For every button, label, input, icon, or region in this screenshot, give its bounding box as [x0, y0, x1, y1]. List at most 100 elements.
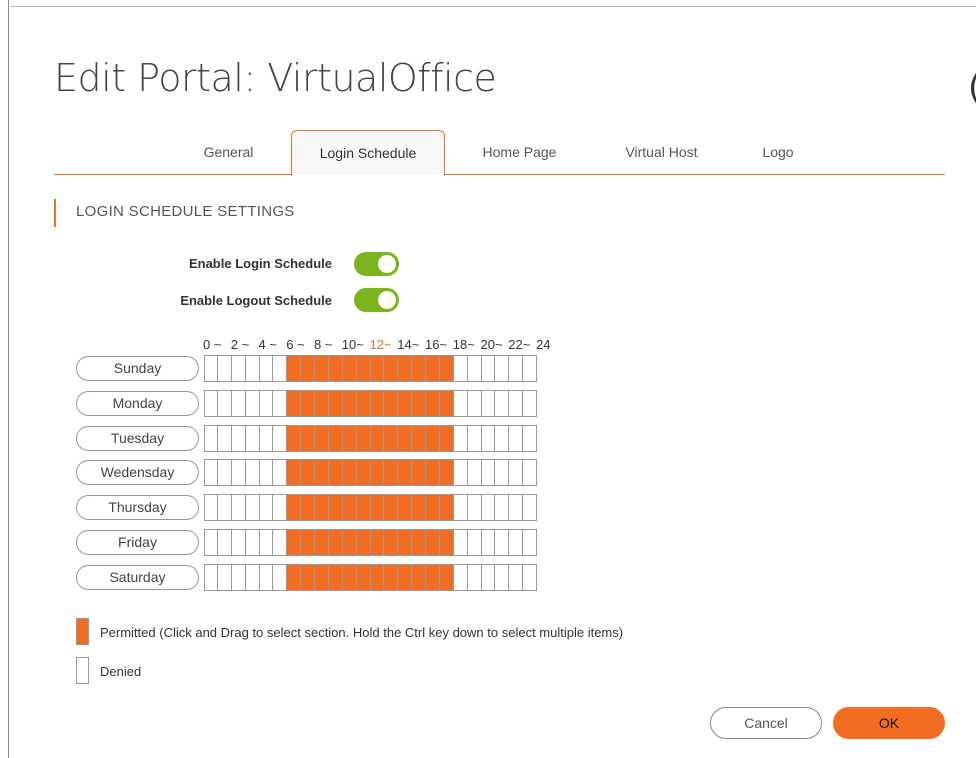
hour-cell-denied[interactable]: [273, 459, 288, 487]
hour-cell-permitted[interactable]: [370, 494, 385, 522]
hour-cell-denied[interactable]: [204, 459, 218, 487]
hour-cell-denied[interactable]: [245, 529, 260, 556]
hour-cell-denied[interactable]: [217, 459, 232, 487]
hour-cell-permitted[interactable]: [412, 424, 426, 452]
hour-cell-permitted[interactable]: [315, 424, 329, 452]
hour-cell-denied[interactable]: [259, 459, 274, 487]
hour-cell-permitted[interactable]: [370, 529, 385, 556]
tab-logo[interactable]: Logo: [748, 130, 808, 175]
hour-cell-permitted[interactable]: [315, 355, 329, 382]
hour-cell-permitted[interactable]: [426, 424, 440, 452]
hour-cell-denied[interactable]: [259, 355, 274, 382]
hour-cell-denied[interactable]: [481, 424, 496, 452]
hour-cell-denied[interactable]: [217, 424, 232, 452]
hour-cell-denied[interactable]: [204, 355, 218, 382]
hour-cell-permitted[interactable]: [439, 529, 454, 556]
hour-cell-denied[interactable]: [259, 494, 274, 522]
hour-cell-denied[interactable]: [245, 389, 260, 417]
hour-cell-denied[interactable]: [481, 529, 496, 556]
hour-cell-denied[interactable]: [481, 389, 496, 417]
hour-cell-permitted[interactable]: [287, 355, 302, 382]
enable-logout-schedule-toggle[interactable]: [354, 288, 399, 312]
day-button-sunday[interactable]: Sunday: [76, 356, 199, 381]
hour-cell-denied[interactable]: [231, 529, 246, 556]
hour-cell-permitted[interactable]: [439, 494, 454, 522]
hour-cell-denied[interactable]: [453, 459, 468, 487]
hour-cell-permitted[interactable]: [384, 563, 399, 591]
hour-cell-permitted[interactable]: [342, 459, 357, 487]
hour-cell-denied[interactable]: [259, 529, 274, 556]
hour-cell-permitted[interactable]: [398, 494, 413, 522]
hour-cell-denied[interactable]: [231, 494, 246, 522]
hour-cell-permitted[interactable]: [439, 563, 454, 591]
hour-cell-denied[interactable]: [204, 529, 218, 556]
hour-cell-denied[interactable]: [467, 529, 482, 556]
hour-cell-denied[interactable]: [453, 529, 468, 556]
hour-cell-permitted[interactable]: [342, 389, 357, 417]
hour-cell-denied[interactable]: [453, 563, 468, 591]
hour-cell-denied[interactable]: [509, 389, 524, 417]
hour-cell-permitted[interactable]: [356, 563, 371, 591]
hour-cell-permitted[interactable]: [342, 355, 357, 382]
hour-cell-denied[interactable]: [495, 494, 510, 522]
hour-cell-permitted[interactable]: [398, 355, 413, 382]
hour-cell-permitted[interactable]: [287, 389, 302, 417]
hour-cell-denied[interactable]: [523, 389, 537, 417]
hour-cell-permitted[interactable]: [398, 424, 413, 452]
hour-cell-denied[interactable]: [217, 389, 232, 417]
hour-cell-permitted[interactable]: [384, 494, 399, 522]
hour-cell-permitted[interactable]: [356, 355, 371, 382]
hour-cell-denied[interactable]: [467, 494, 482, 522]
hour-cell-denied[interactable]: [481, 563, 496, 591]
hour-cell-denied[interactable]: [204, 563, 218, 591]
hour-cell-permitted[interactable]: [356, 494, 371, 522]
hour-cell-denied[interactable]: [509, 563, 524, 591]
hour-cell-denied[interactable]: [273, 529, 288, 556]
hour-cell-denied[interactable]: [509, 355, 524, 382]
hour-cell-permitted[interactable]: [412, 563, 426, 591]
hour-cell-denied[interactable]: [495, 389, 510, 417]
hour-cell-permitted[interactable]: [398, 389, 413, 417]
hour-cell-permitted[interactable]: [356, 389, 371, 417]
hour-cell-denied[interactable]: [273, 389, 288, 417]
hour-cell-permitted[interactable]: [342, 494, 357, 522]
hour-cell-permitted[interactable]: [356, 459, 371, 487]
hour-cell-denied[interactable]: [273, 355, 288, 382]
day-button-wedensday[interactable]: Wedensday: [76, 460, 199, 486]
hour-cell-permitted[interactable]: [370, 563, 385, 591]
hour-cell-denied[interactable]: [217, 494, 232, 522]
hour-cell-permitted[interactable]: [301, 494, 315, 522]
hour-cell-permitted[interactable]: [328, 459, 343, 487]
hour-cell-permitted[interactable]: [412, 529, 426, 556]
hour-cell-denied[interactable]: [495, 459, 510, 487]
hour-cell-denied[interactable]: [204, 389, 218, 417]
hour-cell-denied[interactable]: [495, 529, 510, 556]
hour-cell-permitted[interactable]: [301, 563, 315, 591]
hour-cell-permitted[interactable]: [301, 459, 315, 487]
hour-cell-denied[interactable]: [204, 424, 218, 452]
tab-virtual-host[interactable]: Virtual Host: [609, 130, 714, 175]
hour-cell-permitted[interactable]: [426, 355, 440, 382]
day-button-saturday[interactable]: Saturday: [76, 564, 199, 590]
hour-cell-denied[interactable]: [523, 459, 537, 487]
day-button-thursday[interactable]: Thursday: [76, 495, 199, 521]
hour-cell-denied[interactable]: [453, 355, 468, 382]
hour-cell-permitted[interactable]: [301, 355, 315, 382]
hour-cell-denied[interactable]: [509, 459, 524, 487]
hour-cell-permitted[interactable]: [287, 529, 302, 556]
hour-cell-permitted[interactable]: [398, 563, 413, 591]
hour-cell-permitted[interactable]: [398, 459, 413, 487]
hour-cell-denied[interactable]: [217, 563, 232, 591]
hour-cell-denied[interactable]: [217, 529, 232, 556]
hour-cell-permitted[interactable]: [439, 389, 454, 417]
hour-cell-permitted[interactable]: [426, 563, 440, 591]
hour-cell-permitted[interactable]: [426, 494, 440, 522]
hour-cell-permitted[interactable]: [301, 389, 315, 417]
hour-cell-denied[interactable]: [467, 355, 482, 382]
hour-cell-denied[interactable]: [481, 494, 496, 522]
hour-cell-permitted[interactable]: [315, 563, 329, 591]
hour-cell-permitted[interactable]: [439, 355, 454, 382]
hour-cell-permitted[interactable]: [398, 529, 413, 556]
hour-cell-denied[interactable]: [453, 494, 468, 522]
hour-cell-denied[interactable]: [245, 355, 260, 382]
